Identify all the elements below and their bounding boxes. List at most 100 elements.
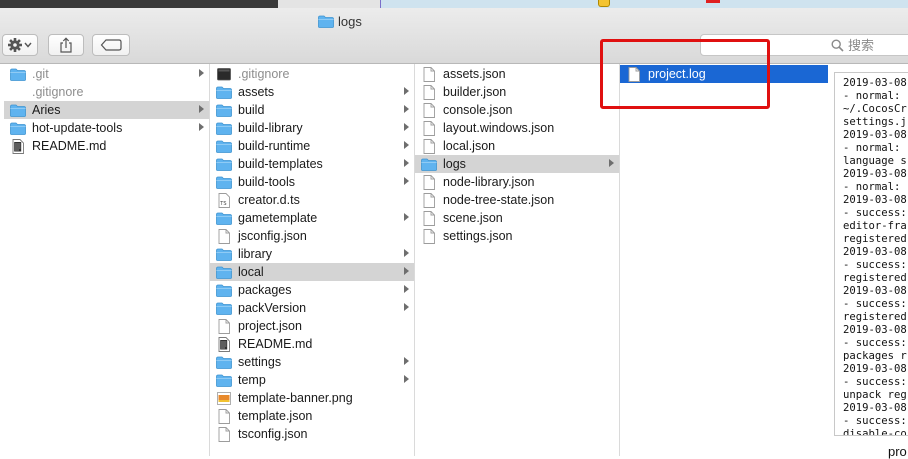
list-item[interactable]: template.json [210,407,414,425]
list-item[interactable]: packages [210,281,414,299]
share-button[interactable] [48,34,84,56]
list-item[interactable]: tsconfig.json [210,425,414,443]
finder-toolbar: logs [0,8,908,64]
list-item[interactable]: node-library.json [415,173,619,191]
list-item[interactable]: logs [415,155,619,173]
list-item[interactable]: .gitignore [4,83,209,101]
window-title: logs [318,12,362,30]
column-1[interactable]: .git .gitignore Aries hot-update-tools READM… [0,64,210,456]
list-item-label: console.json [443,103,513,117]
list-item[interactable]: .git [4,65,209,83]
list-item-label: library [238,247,273,261]
list-item[interactable]: console.json [415,101,619,119]
list-item-label: node-tree-state.json [443,193,555,207]
preview-line: packages r [843,350,907,362]
column-2[interactable]: .gitignore assets build build-library build-… [210,64,415,456]
list-item[interactable]: build-runtime [210,137,414,155]
folder-icon [216,247,232,261]
svg-text:TS: TS [219,201,226,207]
preview-line: - normal: [843,90,901,102]
tags-button[interactable] [92,34,130,56]
preview-line: editor-fra [843,220,907,232]
chevron-right-icon [404,213,409,221]
list-item-label: Aries [32,103,61,117]
chevron-right-icon [404,123,409,131]
preview-line: unpack reg [843,389,907,401]
gear-icon [8,38,32,52]
list-item[interactable]: local.json [415,137,619,155]
file-icon [421,210,437,226]
list-item[interactable]: scene.json [415,209,619,227]
image-file-icon [216,391,232,405]
list-item[interactable]: README.md [4,137,209,155]
folder-icon [216,157,232,171]
chevron-right-icon [404,249,409,257]
list-item[interactable]: template-banner.png [210,389,414,407]
list-item[interactable]: temp [210,371,414,389]
desktop-strip [0,0,908,8]
folder-icon [216,121,232,135]
list-item[interactable]: gametemplate [210,209,414,227]
list-item[interactable]: local [210,263,414,281]
preview-line: registered [843,311,907,323]
list-item[interactable]: build [210,101,414,119]
list-item[interactable]: layout.windows.json [415,119,619,137]
preview-line: 2019-03-08 [843,168,907,180]
preview-line: 2019-03-08 [843,129,907,141]
file-icon [421,120,437,136]
file-icon [421,192,437,208]
folder-icon [216,103,232,117]
list-item-label: build [238,103,265,117]
list-item[interactable]: node-tree-state.json [415,191,619,209]
list-item-label: .git [32,67,49,81]
search-icon [831,38,844,52]
light-region [380,0,908,8]
preview-line: settings.j [843,116,907,128]
list-item[interactable]: hot-update-tools [4,119,209,137]
preview-line: 2019-03-08 [843,246,907,258]
list-item[interactable]: build-library [210,119,414,137]
black-doc-icon [216,67,232,81]
preview-line: 2019-03-08 [843,194,907,206]
chevron-right-icon [404,105,409,113]
preview-line: 2019-03-08 [843,402,907,414]
file-icon [421,138,437,154]
folder-icon [216,373,232,387]
list-item[interactable]: build-tools [210,173,414,191]
list-item-label: assets.json [443,67,506,81]
list-item[interactable]: jsconfig.json [210,227,414,245]
list-item[interactable]: library [210,245,414,263]
preview-line: ~/.CocosCr [843,103,907,115]
column-3[interactable]: assets.json builder.json console.json layou… [415,64,620,456]
list-item[interactable]: builder.json [415,83,619,101]
file-icon [216,318,232,334]
list-item[interactable]: README.md [210,335,414,353]
search-input[interactable] [848,37,908,53]
list-item-label: build-templates [238,157,323,171]
file-preview-pane[interactable]: 2019-03-08- normal: ~/.CocosCr settings.j 2… [834,72,908,436]
list-item[interactable]: Aries [4,101,209,119]
chevron-right-icon [404,159,409,167]
list-item[interactable]: project.json [210,317,414,335]
list-item[interactable]: TS creator.d.ts [210,191,414,209]
list-item[interactable]: .gitignore [210,65,414,83]
text-doc-icon [216,336,232,352]
tag-icon [100,39,122,51]
list-item[interactable]: settings.json [415,227,619,245]
list-item[interactable]: assets [210,83,414,101]
column-4[interactable]: project.log [620,64,828,456]
preview-line: 2019-03-08 [843,77,907,89]
list-item[interactable]: settings [210,353,414,371]
preview-line: language s [843,155,907,167]
list-item-label: jsconfig.json [238,229,307,243]
list-item-label: logs [443,157,466,171]
preview-line: - success: [843,298,907,310]
list-item[interactable]: packVersion [210,299,414,317]
list-item[interactable]: assets.json [415,65,619,83]
list-item[interactable]: build-templates [210,155,414,173]
folder-icon [421,157,437,171]
preview-line: - success: [843,337,907,349]
action-gear-button[interactable] [2,34,38,56]
red-arrow-annotation [706,0,720,3]
file-icon [421,66,437,82]
